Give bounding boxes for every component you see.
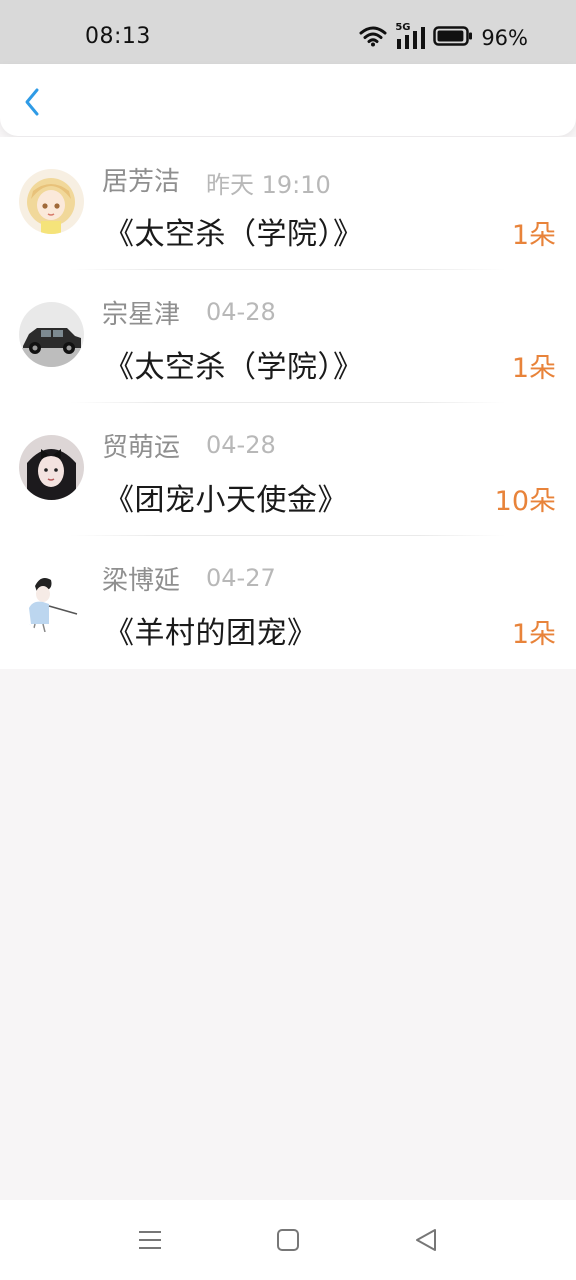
record-date: 昨天 19:10 — [206, 171, 331, 199]
sketch-boy-avatar[interactable] — [19, 568, 84, 633]
battery-icon — [433, 25, 473, 51]
status-bar: 08:13 5G 96% — [0, 0, 576, 64]
sender-name: 居芳洁 — [102, 167, 181, 197]
back-button[interactable] — [14, 84, 50, 120]
list-item[interactable]: 梁博延 04-27 《羊村的团宠》 1朵 — [0, 536, 576, 669]
sender-name: 宗星津 — [102, 300, 181, 330]
record-title: 《太空杀（学院）》 — [104, 350, 364, 385]
record-date: 04-28 — [206, 431, 276, 459]
chevron-left-icon — [25, 88, 39, 116]
home-button[interactable] — [272, 1224, 304, 1256]
anime-girl-avatar[interactable] — [19, 169, 84, 234]
vintage-car-avatar[interactable] — [19, 302, 84, 367]
flower-count: 1朵 — [511, 220, 556, 251]
record-date: 04-27 — [206, 564, 276, 592]
status-icons: 5G 96% — [359, 22, 528, 52]
list-item[interactable]: 贸萌运 04-28 《团宠小天使金》 10朵 — [0, 403, 576, 536]
header-bar — [0, 64, 576, 136]
girl-portrait-avatar[interactable] — [19, 435, 84, 500]
record-title: 《团宠小天使金》 — [104, 483, 348, 518]
wifi-icon — [359, 25, 387, 51]
home-square-icon — [277, 1229, 299, 1251]
flower-count: 1朵 — [511, 353, 556, 384]
flower-count: 1朵 — [511, 619, 556, 650]
list-item[interactable]: 宗星津 04-28 《太空杀（学院）》 1朵 — [0, 270, 576, 403]
signal-icon: 5G — [395, 22, 426, 51]
battery-percent: 96% — [481, 26, 528, 50]
menu-icon — [139, 1231, 161, 1249]
list-item[interactable]: 居芳洁 昨天 19:10 《太空杀（学院）》 1朵 — [0, 137, 576, 270]
system-back-button[interactable] — [410, 1224, 442, 1256]
system-nav-bar — [0, 1200, 576, 1280]
gift-record-list: 居芳洁 昨天 19:10 《太空杀（学院）》 1朵 宗星津 04-28 《太空杀… — [0, 137, 576, 669]
menu-button[interactable] — [134, 1224, 166, 1256]
flower-count: 10朵 — [494, 486, 556, 517]
sender-name: 贸萌运 — [102, 433, 181, 463]
sender-name: 梁博延 — [102, 566, 181, 596]
status-time: 08:13 — [85, 24, 151, 49]
record-title: 《羊村的团宠》 — [104, 616, 318, 651]
record-title: 《太空杀（学院）》 — [104, 217, 364, 252]
back-triangle-icon — [416, 1229, 436, 1251]
record-date: 04-28 — [206, 298, 276, 326]
